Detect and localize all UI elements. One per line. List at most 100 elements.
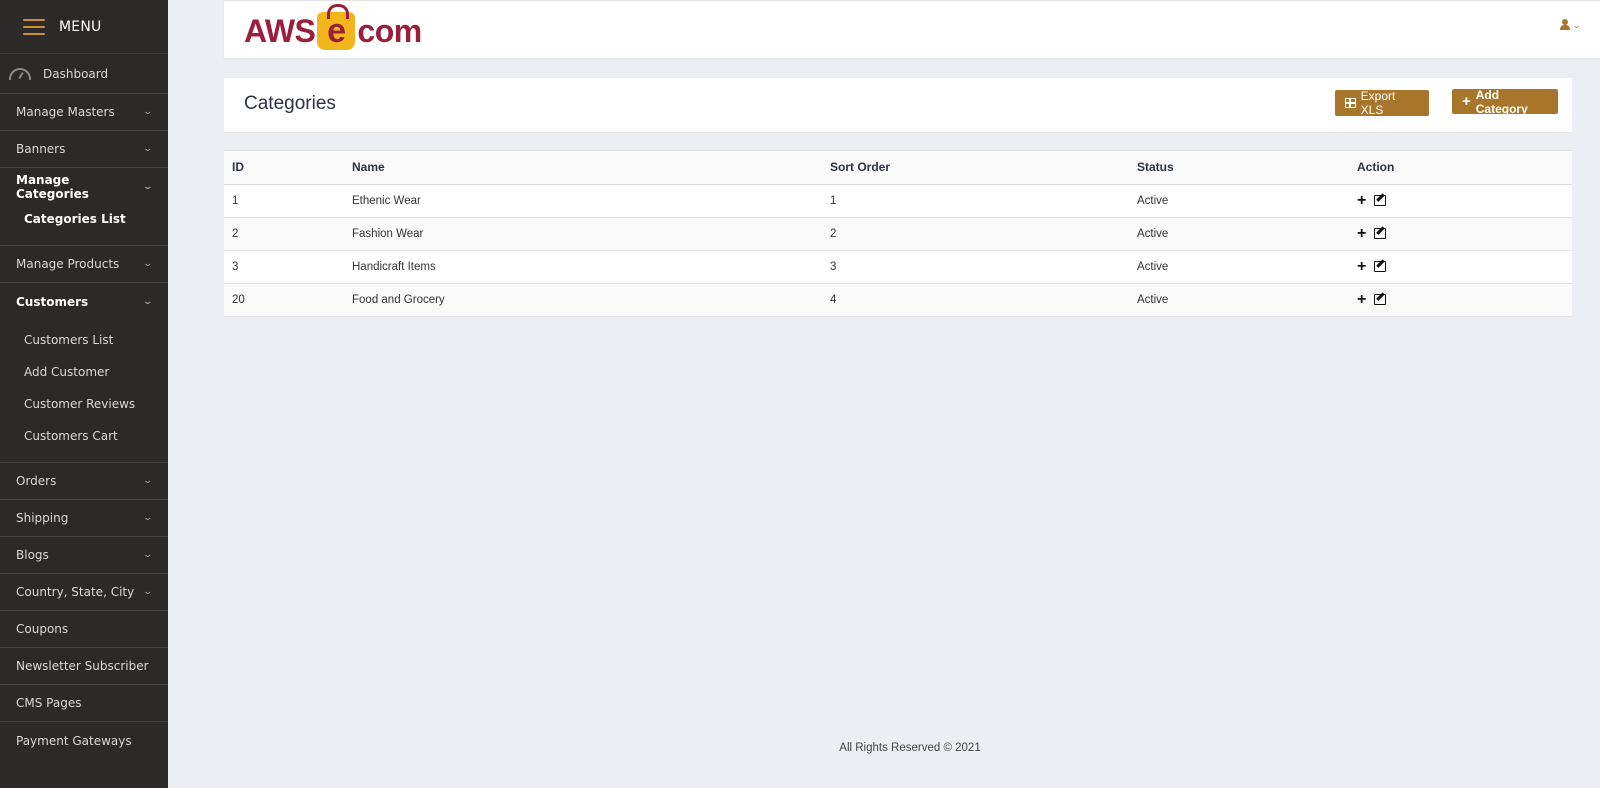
cell-sort-order: 2 xyxy=(822,217,1129,251)
chevron-down-icon: ⌄ xyxy=(142,550,154,560)
cell-id: 1 xyxy=(224,184,344,218)
sidebar-item-label: Country, State, City xyxy=(16,585,135,599)
sidebar-item-orders[interactable]: Orders ⌄ xyxy=(0,463,168,500)
sidebar-item-manage-products[interactable]: Manage Products ⌄ xyxy=(0,246,168,283)
cell-action: + xyxy=(1349,250,1572,284)
shopping-bag-icon: e xyxy=(317,4,356,50)
sidebar-item-manage-categories[interactable]: Manage Categories ⌄ xyxy=(0,168,168,205)
sidebar-item-blogs[interactable]: Blogs ⌄ xyxy=(0,537,168,574)
user-icon xyxy=(1560,19,1571,31)
cell-name: Food and Grocery xyxy=(344,283,822,317)
table-row: 3 Handicraft Items 3 Active + xyxy=(224,250,1572,284)
plus-icon[interactable]: + xyxy=(1357,225,1366,242)
chevron-down-icon: ⌄ xyxy=(142,296,154,307)
sidebar-item-label: Blogs xyxy=(16,548,49,562)
chevron-down-icon: ⌄ xyxy=(142,587,154,597)
hamburger-icon[interactable] xyxy=(23,18,45,35)
chevron-down-icon: ⌄ xyxy=(142,107,154,117)
sidebar-item-country-state-city[interactable]: Country, State, City ⌄ xyxy=(0,574,168,611)
sidebar-item-manage-masters[interactable]: Manage Masters ⌄ xyxy=(0,94,168,131)
cell-status: Active xyxy=(1129,217,1349,251)
sidebar-item-coupons[interactable]: Coupons xyxy=(0,611,168,648)
edit-icon[interactable] xyxy=(1374,195,1387,206)
cell-id: 20 xyxy=(224,283,344,317)
column-header-action: Action xyxy=(1349,151,1572,185)
footer: All Rights Reserved © 2021 xyxy=(224,742,1600,754)
export-xls-button[interactable]: Export XLS xyxy=(1335,89,1429,117)
speedometer-icon xyxy=(9,67,31,80)
top-header: AWS e com ⌄ xyxy=(224,0,1600,58)
footer-text: All Rights Reserved © 2021 xyxy=(839,742,981,754)
sidebar-item-label: Shipping xyxy=(16,511,69,525)
sidebar-subitem-add-customer[interactable]: Add Customer xyxy=(0,356,168,388)
plus-icon: + xyxy=(1462,93,1471,110)
sidebar-item-shipping[interactable]: Shipping ⌄ xyxy=(0,500,168,537)
table-icon xyxy=(1345,98,1356,108)
column-header-name[interactable]: Name xyxy=(344,151,822,185)
column-header-sort-order[interactable]: Sort Order xyxy=(822,151,1129,185)
user-menu[interactable]: ⌄ xyxy=(1560,19,1582,31)
table-header-row: ID Name Sort Order Status Action xyxy=(224,151,1572,185)
cell-id: 3 xyxy=(224,250,344,284)
table-row: 1 Ethenic Wear 1 Active + xyxy=(224,184,1572,218)
cell-name: Fashion Wear xyxy=(344,217,822,251)
table-row: 2 Fashion Wear 2 Active + xyxy=(224,217,1572,251)
sidebar-item-dashboard[interactable]: Dashboard xyxy=(0,54,168,94)
edit-icon[interactable] xyxy=(1374,228,1387,239)
cell-id: 2 xyxy=(224,217,344,251)
sidebar-item-label: Coupons xyxy=(16,622,69,636)
cell-sort-order: 1 xyxy=(822,184,1129,218)
sidebar-subitem-customers-cart[interactable]: Customers Cart xyxy=(0,420,168,452)
menu-header[interactable]: MENU xyxy=(0,0,168,54)
plus-icon[interactable]: + xyxy=(1357,258,1366,275)
plus-icon[interactable]: + xyxy=(1357,192,1366,209)
cell-status: Active xyxy=(1129,184,1349,218)
categories-submenu: Categories List xyxy=(0,205,168,246)
sidebar-item-label: Payment Gateways xyxy=(16,733,132,748)
sidebar-subitem-customer-reviews[interactable]: Customer Reviews xyxy=(0,388,168,420)
column-header-status[interactable]: Status xyxy=(1129,151,1349,185)
sidebar-item-cms-pages[interactable]: CMS Pages xyxy=(0,685,168,722)
sidebar-item-label: Newsletter Subscriber xyxy=(16,659,149,673)
logo-text-right: com xyxy=(357,12,422,49)
sidebar-item-label: CMS Pages xyxy=(16,696,82,710)
add-category-button[interactable]: + Add Category xyxy=(1452,87,1558,116)
page-title: Categories xyxy=(244,93,336,114)
sidebar-item-label: Orders xyxy=(16,474,57,488)
column-header-id[interactable]: ID xyxy=(224,151,344,185)
cell-action: + xyxy=(1349,283,1572,317)
brand-logo[interactable]: AWS e com xyxy=(244,4,422,53)
export-xls-label: Export XLS xyxy=(1360,89,1396,117)
chevron-down-icon: ⌄ xyxy=(142,181,154,192)
sidebar-item-label: Manage Masters xyxy=(16,105,115,119)
logo-text-left: AWS xyxy=(244,12,316,49)
chevron-down-icon: ⌄ xyxy=(142,259,154,269)
customers-submenu: Customers List Add Customer Customer Rev… xyxy=(0,320,168,463)
chevron-down-icon: ⌄ xyxy=(142,513,154,523)
chevron-down-icon: ⌄ xyxy=(1572,20,1582,30)
cell-name: Ethenic Wear xyxy=(344,184,822,218)
edit-icon[interactable] xyxy=(1374,294,1387,305)
page-header: Categories Export XLS + Add Category xyxy=(224,78,1572,133)
sidebar-subitem-customers-list[interactable]: Customers List xyxy=(0,324,168,356)
chevron-down-icon: ⌄ xyxy=(142,476,154,486)
sidebar-item-label: Manage Products xyxy=(16,257,120,271)
sidebar-item-label: Banners xyxy=(16,142,66,156)
menu-title: MENU xyxy=(59,18,102,35)
logo-text-mid: e xyxy=(327,11,346,50)
table-row: 20 Food and Grocery 4 Active + xyxy=(224,283,1572,317)
cell-action: + xyxy=(1349,217,1572,251)
sidebar-item-newsletter-subscriber[interactable]: Newsletter Subscriber xyxy=(0,648,168,685)
sidebar-item-banners[interactable]: Banners ⌄ xyxy=(0,131,168,168)
cell-status: Active xyxy=(1129,283,1349,317)
chevron-down-icon: ⌄ xyxy=(142,144,154,154)
sidebar-item-payment-gateways[interactable]: Payment Gateways xyxy=(0,722,168,759)
cell-sort-order: 3 xyxy=(822,250,1129,284)
sidebar-item-customers[interactable]: Customers ⌄ xyxy=(0,283,168,320)
categories-table: ID Name Sort Order Status Action 1 Ethen… xyxy=(224,150,1572,317)
add-category-label: Add Category xyxy=(1475,87,1528,116)
sidebar: MENU Dashboard Manage Masters ⌄ Banners … xyxy=(0,0,168,788)
plus-icon[interactable]: + xyxy=(1357,291,1366,308)
sidebar-subitem-categories-list[interactable]: Categories List xyxy=(0,205,168,233)
edit-icon[interactable] xyxy=(1374,261,1387,272)
